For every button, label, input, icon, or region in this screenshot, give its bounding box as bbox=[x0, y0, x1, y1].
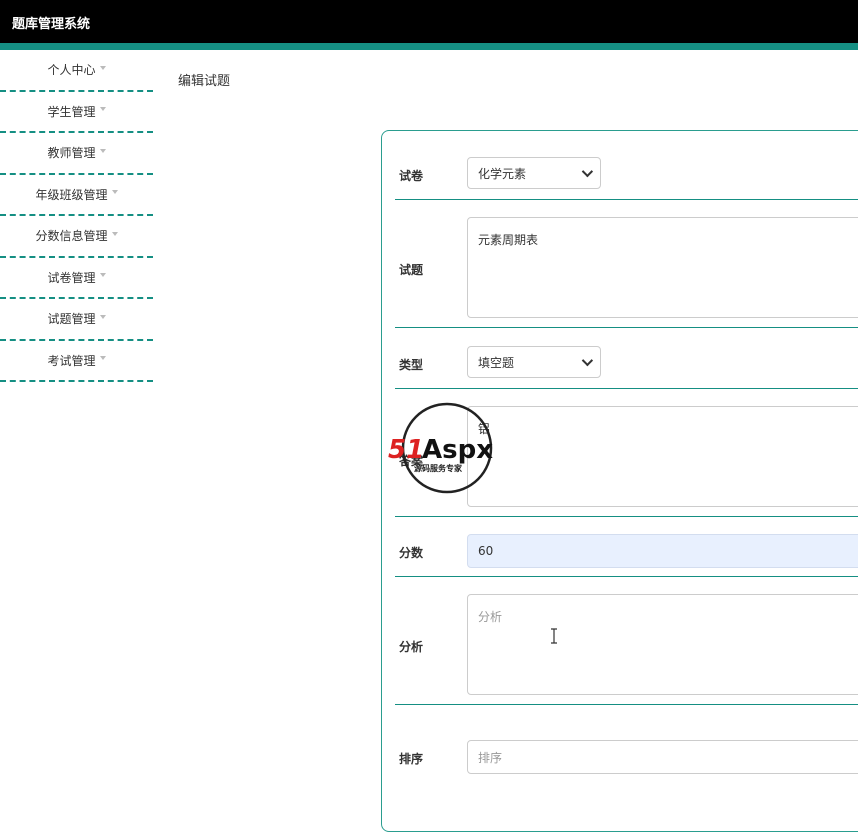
caret-down-icon bbox=[99, 314, 106, 319]
app-title: 题库管理系统 bbox=[12, 17, 91, 32]
sidebar-item-students[interactable]: 学生管理 bbox=[0, 92, 153, 133]
caret-down-icon bbox=[99, 148, 106, 153]
caret-down-icon bbox=[99, 107, 106, 112]
question-label: 试题 bbox=[399, 263, 424, 277]
sidebar-item-label: 试卷管理 bbox=[47, 270, 96, 285]
analysis-textarea[interactable]: 分析 bbox=[467, 594, 858, 695]
caret-down-icon bbox=[111, 190, 118, 195]
type-select[interactable]: 填空题 bbox=[467, 346, 601, 378]
sidebar-item-label: 个人中心 bbox=[47, 63, 96, 78]
paper-select[interactable]: 化学元素 bbox=[467, 157, 601, 189]
order-label: 排序 bbox=[399, 752, 424, 766]
row-divider bbox=[395, 327, 858, 328]
row-divider bbox=[395, 516, 858, 517]
paper-select-value: 化学元素 bbox=[478, 166, 527, 181]
watermark-tagline: 源码服务专家 bbox=[414, 463, 463, 473]
question-textarea[interactable]: 元素周期表 bbox=[467, 217, 858, 318]
score-label: 分数 bbox=[399, 546, 424, 560]
sidebar-item-grade-class[interactable]: 年级班级管理 bbox=[0, 175, 153, 216]
sidebar-item-questions[interactable]: 试题管理 bbox=[0, 299, 153, 341]
answer-textarea[interactable]: 铝 bbox=[467, 406, 858, 507]
sidebar-item-exams[interactable]: 考试管理 bbox=[0, 341, 153, 382]
type-label: 类型 bbox=[399, 358, 424, 372]
chevron-down-icon bbox=[581, 354, 594, 367]
text-cursor-icon bbox=[551, 628, 557, 644]
sidebar-item-label: 教师管理 bbox=[47, 146, 96, 161]
chevron-down-icon bbox=[581, 165, 594, 178]
sidebar-item-label: 分数信息管理 bbox=[35, 229, 108, 244]
watermark-brand-aspx: Aspx bbox=[422, 435, 493, 465]
sidebar-item-label: 学生管理 bbox=[47, 104, 96, 119]
sidebar-item-label: 考试管理 bbox=[47, 353, 96, 368]
paper-label: 试卷 bbox=[399, 169, 424, 183]
caret-down-icon bbox=[99, 65, 106, 70]
watermark-brand-51: 51 bbox=[388, 435, 424, 465]
caret-down-icon bbox=[99, 273, 106, 278]
sidebar-item-scores[interactable]: 分数信息管理 bbox=[0, 216, 153, 258]
order-input[interactable]: 排序 bbox=[467, 740, 858, 774]
sidebar-item-label: 试题管理 bbox=[47, 312, 96, 327]
row-divider bbox=[395, 199, 858, 200]
caret-down-icon bbox=[99, 356, 106, 361]
sidebar: 个人中心 学生管理 教师管理 年级班级管理 分数信息管理 试卷管理 试题管理 考… bbox=[0, 50, 153, 382]
sidebar-item-label: 年级班级管理 bbox=[35, 187, 108, 202]
score-input[interactable]: 60 bbox=[467, 534, 858, 568]
page-title: 编辑试题 bbox=[178, 74, 231, 89]
sidebar-item-teachers[interactable]: 教师管理 bbox=[0, 133, 153, 175]
accent-stripe bbox=[0, 43, 858, 50]
analysis-label: 分析 bbox=[399, 640, 424, 654]
type-select-value: 填空题 bbox=[478, 355, 515, 370]
sidebar-item-papers[interactable]: 试卷管理 bbox=[0, 258, 153, 299]
sidebar-item-personal-center[interactable]: 个人中心 bbox=[0, 50, 153, 92]
top-bar: 题库管理系统 bbox=[0, 0, 858, 43]
row-divider bbox=[395, 576, 858, 577]
caret-down-icon bbox=[111, 231, 118, 236]
row-divider bbox=[395, 704, 858, 705]
row-divider bbox=[395, 388, 858, 389]
watermark-logo: 51 Aspx 源码服务专家 bbox=[388, 402, 493, 494]
